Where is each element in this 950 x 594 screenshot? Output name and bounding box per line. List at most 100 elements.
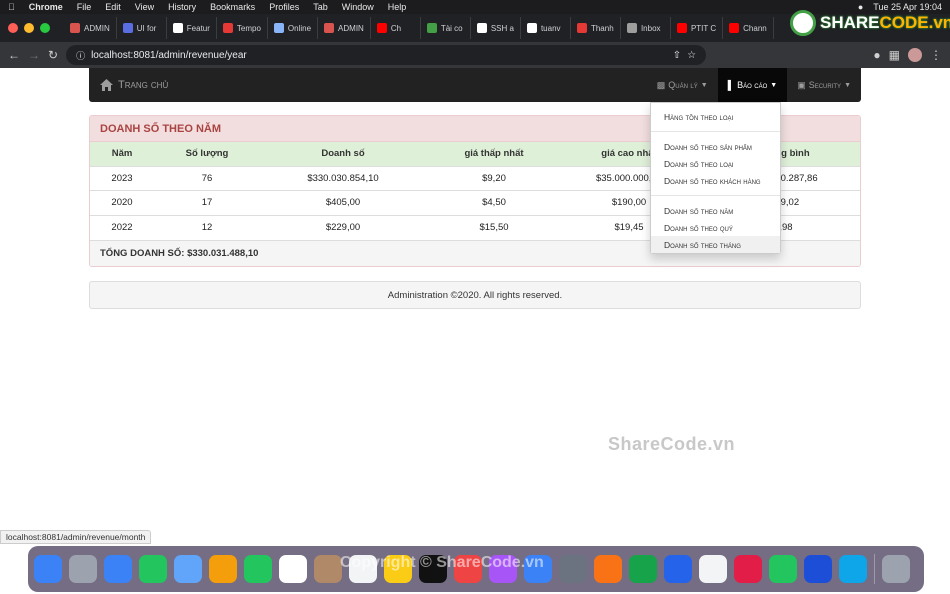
menu-window[interactable]: Window (342, 2, 374, 12)
menu-divider (651, 131, 780, 132)
nav-security-dropdown[interactable]: ▣ Security ▼ (787, 68, 861, 102)
menu-file[interactable]: File (77, 2, 92, 12)
browser-tab[interactable]: tuanv (521, 17, 571, 39)
link-status-bar: localhost:8081/admin/revenue/month (0, 530, 152, 544)
browser-tab[interactable]: SSH a (471, 17, 521, 39)
contacts-icon[interactable] (314, 555, 342, 583)
photos-icon[interactable] (209, 555, 237, 583)
table-cell: $229,00 (260, 214, 426, 240)
nav-manage-dropdown[interactable]: ▩ Quản lý ▼ (647, 68, 718, 102)
trash-icon[interactable] (882, 555, 910, 583)
table-cell: $4,50 (426, 190, 562, 215)
maps-icon[interactable] (804, 555, 832, 583)
tab-label: Featur (186, 23, 210, 33)
dock-watermark: Copyright © ShareCode.vn (340, 554, 544, 571)
tab-label: Tempo (236, 23, 261, 33)
col-min-price: giá thấp nhất (464, 148, 524, 160)
bookmark-star-icon[interactable]: ☆ (687, 50, 696, 61)
tab-favicon-icon (526, 23, 537, 33)
info-icon[interactable]: ⓘ (76, 49, 85, 62)
tab-label: Inbox (640, 23, 661, 33)
tab-favicon-icon (676, 23, 687, 33)
reload-icon[interactable]: ↻ (48, 48, 58, 62)
url-text: localhost:8081/admin/revenue/year (91, 49, 247, 61)
brand-link[interactable]: Trang chủ (89, 79, 168, 91)
extension-icon[interactable]: ● (873, 48, 880, 62)
tab-label: Thanh (590, 23, 614, 33)
close-window-button[interactable] (8, 23, 18, 33)
menu-edit[interactable]: Edit (105, 2, 121, 12)
menu-item-revenue-by-customer[interactable]: Doanh số theo khách hàng (651, 172, 780, 189)
more-menu-icon[interactable]: ⋮ (930, 48, 942, 62)
tab-favicon-icon (172, 23, 183, 33)
browser-tab[interactable]: Featur (167, 17, 217, 39)
logo-icon (790, 10, 816, 36)
browser-tab[interactable]: Ch (371, 17, 421, 39)
settings-icon[interactable] (559, 555, 587, 583)
menu-profiles[interactable]: Profiles (269, 2, 299, 12)
home-icon (100, 79, 113, 91)
calendar-icon[interactable] (279, 555, 307, 583)
browser-tab[interactable]: Chann (723, 17, 774, 39)
menu-divider (651, 195, 780, 196)
datagrip-icon[interactable] (769, 555, 797, 583)
logo-text-code: CODE.vn (879, 13, 950, 32)
browser-tab[interactable]: Tempo (217, 17, 268, 39)
minimize-window-button[interactable] (24, 23, 34, 33)
browser-tab[interactable]: ADMIN (64, 17, 117, 39)
menu-item-revenue-by-year[interactable]: Doanh số theo năm (651, 202, 780, 219)
browser-tab[interactable]: Thanh (571, 17, 621, 39)
tab-label: ADMIN (84, 23, 110, 33)
tab-favicon-icon (626, 23, 637, 33)
puzzle-icon[interactable]: ▦ (889, 48, 900, 62)
tab-label: Chann (743, 23, 767, 33)
excel-icon[interactable] (629, 555, 657, 583)
apple-icon[interactable]:  (8, 2, 15, 12)
menu-item-inventory-by-category[interactable]: Hàng tồn theo loại (651, 108, 780, 125)
pages-icon[interactable] (594, 555, 622, 583)
safari-icon[interactable] (104, 555, 132, 583)
menu-item-revenue-by-quarter[interactable]: Doanh số theo quý (651, 219, 780, 236)
forward-icon[interactable]: → (28, 48, 40, 62)
finder-icon[interactable] (34, 555, 62, 583)
browser-tab[interactable]: Tài co (421, 17, 471, 39)
menu-item-revenue-by-month[interactable]: Doanh số theo tháng (651, 236, 780, 253)
menu-tab[interactable]: Tab (313, 2, 328, 12)
address-bar[interactable]: ⓘ localhost:8081/admin/revenue/year ⇧ ☆ (66, 45, 707, 65)
menu-app-name[interactable]: Chrome (29, 2, 63, 12)
messages-icon[interactable] (139, 555, 167, 583)
browser-tab[interactable]: Online (268, 17, 319, 39)
browser-tab[interactable]: UI for (117, 17, 167, 39)
chrome-icon[interactable] (699, 555, 727, 583)
browser-tab[interactable]: Inbox (621, 17, 671, 39)
nav-report-dropdown[interactable]: ▌ Báo cáo ▼ (717, 68, 788, 102)
menu-view[interactable]: View (135, 2, 154, 12)
col-year: Năm (111, 148, 133, 160)
browser-tab[interactable]: ADMIN (318, 17, 371, 39)
logo-text: SHARECODE.vn (820, 13, 950, 33)
intellij-icon[interactable] (734, 555, 762, 583)
menu-item-revenue-by-category[interactable]: Doanh số theo loại (651, 155, 780, 172)
facetime-icon[interactable] (244, 555, 272, 583)
browser-tab[interactable]: PTIT C (671, 17, 724, 39)
table-cell: 76 (154, 165, 260, 191)
menu-item-revenue-by-product[interactable]: Doanh số theo sản phẩm (651, 138, 780, 155)
lock-icon: ▣ (797, 79, 806, 90)
maximize-window-button[interactable] (40, 23, 50, 33)
zalo-icon[interactable] (664, 555, 692, 583)
docker-icon[interactable] (839, 555, 867, 583)
mail-icon[interactable] (174, 555, 202, 583)
share-icon[interactable]: ⇧ (673, 50, 681, 61)
caret-down-icon: ▼ (700, 81, 708, 89)
launchpad-icon[interactable] (69, 555, 97, 583)
tab-label: PTIT C (690, 23, 717, 33)
back-icon[interactable]: ← (8, 48, 20, 62)
menu-help[interactable]: Help (388, 2, 407, 12)
tab-favicon-icon (476, 23, 487, 33)
nav-security-label: Security (808, 80, 842, 90)
menu-bookmarks[interactable]: Bookmarks (210, 2, 255, 12)
col-revenue: Doanh số (321, 148, 365, 160)
profile-avatar[interactable] (908, 48, 922, 62)
nav-report-label: Báo cáo (737, 80, 768, 90)
menu-history[interactable]: History (168, 2, 196, 12)
